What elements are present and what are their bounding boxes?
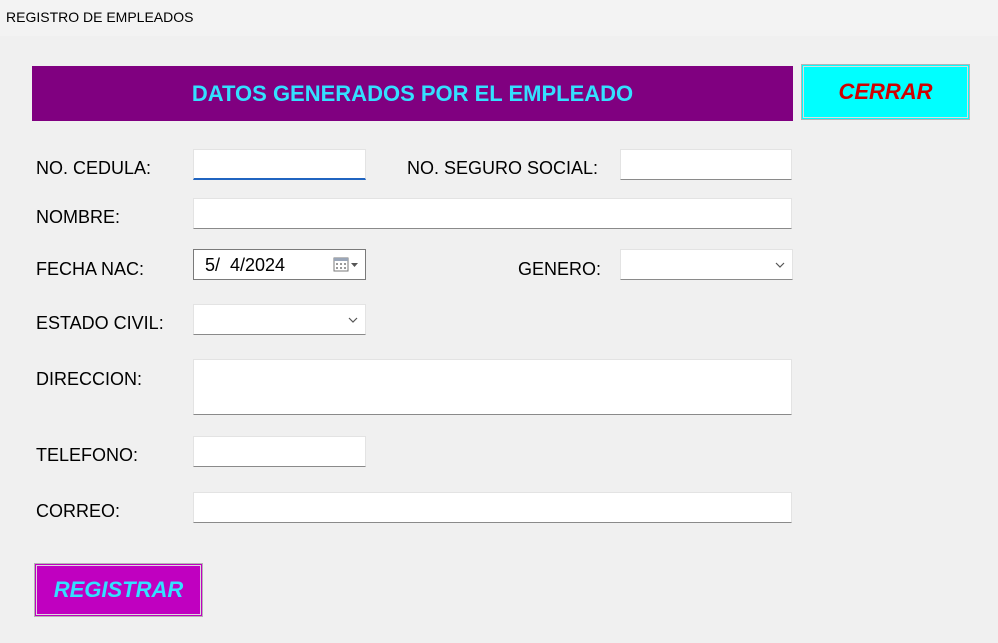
window-title: REGISTRO DE EMPLEADOS — [6, 9, 194, 25]
close-button-label: CERRAR — [838, 79, 933, 104]
nombre-label: NOMBRE: — [36, 207, 121, 227]
calendar-icon[interactable] — [333, 256, 361, 274]
direccion-label: DIRECCION: — [36, 369, 143, 389]
correo-label: CORREO: — [36, 501, 121, 521]
direccion-input[interactable] — [193, 359, 792, 415]
fecha-nac-label: FECHA NAC: — [36, 259, 145, 279]
estado-civil-label: ESTADO CIVIL: — [36, 313, 164, 333]
estado-civil-select[interactable] — [193, 304, 366, 335]
nombre-input[interactable] — [193, 198, 792, 229]
genero-select[interactable] — [620, 249, 793, 280]
close-button[interactable]: CERRAR — [801, 64, 970, 120]
register-button-label: REGISTRAR — [53, 577, 184, 602]
seguro-social-label: NO. SEGURO SOCIAL: — [407, 158, 599, 178]
genero-label: GENERO: — [518, 259, 602, 279]
title-bar: REGISTRO DE EMPLEADOS — [0, 0, 998, 36]
chevron-down-icon — [347, 314, 359, 326]
telefono-input[interactable] — [193, 436, 366, 467]
form-header: DATOS GENERADOS POR EL EMPLEADO — [32, 66, 793, 121]
fecha-nac-picker[interactable]: 5/ 4/2024 — [193, 249, 366, 280]
fecha-nac-value: 5/ 4/2024 — [205, 255, 286, 275]
form-header-title: DATOS GENERADOS POR EL EMPLEADO — [191, 80, 634, 106]
correo-input[interactable] — [193, 492, 792, 523]
telefono-label: TELEFONO: — [36, 445, 139, 465]
seguro-social-input[interactable] — [620, 149, 792, 180]
cedula-label: NO. CEDULA: — [36, 158, 152, 178]
register-button[interactable]: REGISTRAR — [34, 563, 203, 617]
cedula-input[interactable] — [193, 149, 366, 180]
chevron-down-icon — [774, 259, 786, 271]
